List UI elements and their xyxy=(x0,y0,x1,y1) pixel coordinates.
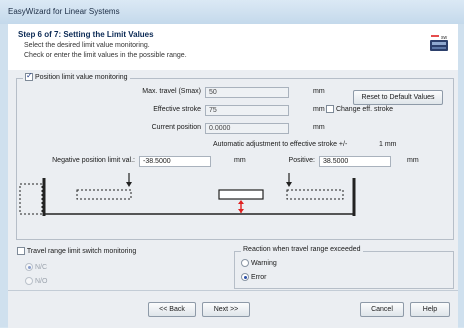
positive-limit-input[interactable]: 38.5000 xyxy=(319,156,391,167)
radio-no-label: N/O xyxy=(34,277,48,285)
travel-range-label: Travel range limit switch monitoring xyxy=(26,247,137,255)
positive-limit-label: Positive: xyxy=(288,157,315,164)
axis-diagram xyxy=(19,173,356,216)
radio-no[interactable] xyxy=(25,277,33,285)
negative-limit-input[interactable]: -38.5000 xyxy=(139,156,211,167)
cancel-button[interactable]: Cancel xyxy=(360,302,404,317)
negative-limit-label: Negative position limit val.: xyxy=(52,157,135,164)
reset-defaults-button[interactable]: Reset to Default Values xyxy=(353,90,443,105)
radio-error[interactable] xyxy=(241,273,249,281)
slide-carriage xyxy=(218,189,264,200)
radio-error-row[interactable]: Error xyxy=(241,273,267,281)
wizard-window: EasyWizard for Linear Systems Step 6 of … xyxy=(0,0,464,328)
wizard-footer: << Back Next >> Cancel Help xyxy=(8,290,458,328)
max-travel-unit: mm xyxy=(313,88,325,95)
position-limit-checkbox[interactable] xyxy=(25,71,33,81)
effective-stroke-field: 75 xyxy=(205,105,289,116)
svg-text:sw: sw xyxy=(441,35,448,41)
radio-warning-row[interactable]: Warning xyxy=(241,259,277,267)
window-title: EasyWizard for Linear Systems xyxy=(8,7,120,16)
radio-warning-label: Warning xyxy=(250,259,277,267)
change-stroke-row[interactable]: Change eff. stroke xyxy=(326,105,393,113)
radio-nc-row[interactable]: N/C xyxy=(25,263,47,271)
title-bar[interactable]: EasyWizard for Linear Systems xyxy=(0,0,464,24)
current-position-label: Current position xyxy=(151,124,201,131)
radio-warning[interactable] xyxy=(241,259,249,267)
negative-limit-zone xyxy=(76,189,132,200)
radio-no-row[interactable]: N/O xyxy=(25,277,47,285)
step-description-line2: Check or enter the limit values in the p… xyxy=(24,52,187,59)
radio-nc[interactable] xyxy=(25,263,33,271)
wizard-header: Step 6 of 7: Setting the Limit Values Se… xyxy=(8,24,458,71)
position-limit-checkbox-row[interactable]: Position limit value monitoring xyxy=(23,71,130,81)
wizard-logo-icon: sw xyxy=(430,35,448,51)
help-button[interactable]: Help xyxy=(410,302,450,317)
change-stroke-checkbox[interactable] xyxy=(326,105,334,113)
reaction-group-title: Reaction when travel range exceeded xyxy=(241,246,363,253)
negative-limit-unit: mm xyxy=(234,157,246,164)
effective-stroke-label: Effective stroke xyxy=(153,106,201,113)
current-position-unit: mm xyxy=(313,124,325,131)
auto-adjust-text: Automatic adjustment to effective stroke… xyxy=(213,141,348,148)
change-stroke-label: Change eff. stroke xyxy=(335,105,394,113)
reaction-group: Reaction when travel range exceeded Warn… xyxy=(234,246,454,289)
current-position-field: 0.0000 xyxy=(205,123,289,134)
radio-error-label: Error xyxy=(250,273,267,281)
back-button[interactable]: << Back xyxy=(148,302,196,317)
max-travel-label: Max. travel (Smax) xyxy=(142,88,201,95)
travel-range-checkbox-row[interactable]: Travel range limit switch monitoring xyxy=(17,247,136,255)
step-description-line1: Select the desired limit value monitorin… xyxy=(24,42,150,49)
radio-nc-label: N/C xyxy=(34,263,48,271)
travel-range-checkbox[interactable] xyxy=(17,247,25,255)
wizard-content: Position limit value monitoring Max. tra… xyxy=(8,70,458,290)
auto-adjust-value: 1 mm xyxy=(379,141,397,148)
position-limit-label: Position limit value monitoring xyxy=(34,73,128,81)
positive-limit-zone xyxy=(286,189,344,200)
step-title: Step 6 of 7: Setting the Limit Values xyxy=(18,30,154,39)
effective-stroke-unit: mm xyxy=(313,106,325,113)
motor-outline xyxy=(19,183,43,215)
positive-limit-unit: mm xyxy=(407,157,419,164)
max-travel-field: 50 xyxy=(205,87,289,98)
travel-range-group: Travel range limit switch monitoring N/C… xyxy=(16,246,214,288)
position-limit-group: Position limit value monitoring Max. tra… xyxy=(16,71,454,240)
next-button[interactable]: Next >> xyxy=(202,302,250,317)
